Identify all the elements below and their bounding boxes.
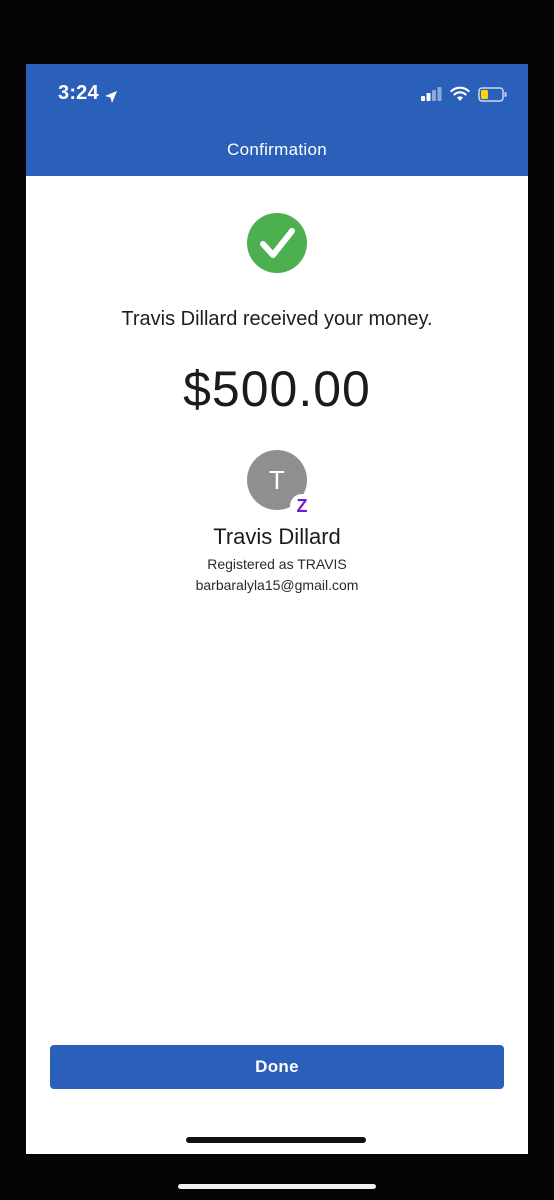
time-label: 3:24 bbox=[58, 82, 99, 104]
app-screen: 3:24 Confirmation Travis Dillard receive… bbox=[26, 64, 528, 1154]
page-title: Confirmation bbox=[227, 140, 327, 159]
cellular-signal-icon bbox=[420, 87, 442, 101]
recipient-email: barbaralyla15@gmail.com bbox=[195, 577, 359, 593]
status-bar-indicators bbox=[420, 86, 508, 102]
app-header: 3:24 Confirmation bbox=[26, 64, 528, 176]
location-arrow-icon bbox=[104, 87, 118, 103]
home-indicator[interactable] bbox=[186, 1137, 366, 1143]
done-button[interactable]: Done bbox=[50, 1045, 504, 1089]
check-circle-icon bbox=[246, 212, 308, 274]
amount-sent: $500.00 bbox=[183, 361, 371, 417]
battery-low-icon bbox=[478, 86, 508, 102]
wifi-icon bbox=[450, 86, 470, 102]
device-frame: 3:24 Confirmation Travis Dillard receive… bbox=[0, 0, 554, 1200]
recipient-name: Travis Dillard bbox=[213, 524, 341, 549]
avatar-initial: T bbox=[269, 465, 285, 495]
registered-as-label: Registered as TRAVIS bbox=[207, 556, 347, 572]
device-home-bar bbox=[178, 1184, 376, 1189]
status-bar-time: 3:24 bbox=[58, 82, 118, 105]
zelle-badge-glyph: Z bbox=[296, 496, 308, 516]
zelle-icon: Z bbox=[290, 494, 314, 518]
confirmation-message: Travis Dillard received your money. bbox=[121, 308, 433, 330]
